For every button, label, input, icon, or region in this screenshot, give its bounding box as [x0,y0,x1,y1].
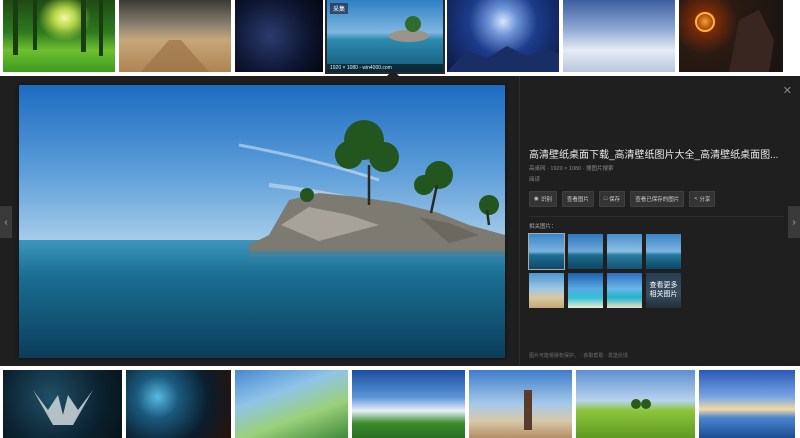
image-title[interactable]: 高清壁纸桌面下载_高清壁纸图片大全_高清壁纸桌面图... [529,146,779,161]
cloud-sky-image [563,0,675,72]
recognize-button[interactable]: ◉ 识别 [529,191,557,207]
panel-divider [519,76,520,366]
section-separator [529,216,784,217]
see-more-label: 查看更多相关图片 [646,273,681,308]
bottom-thumbnail-strip [0,370,800,438]
thumbnail-dark-warrior[interactable] [679,0,783,72]
anime-landscape-image [235,370,348,438]
related-image[interactable] [646,234,681,269]
space-nebula-image [126,370,231,438]
related-image[interactable] [607,273,642,308]
thumbnail-night-sky[interactable] [235,0,323,72]
image-meta: 高桌网 · 1920 × 1080 · 搜图片搜索 [529,166,614,172]
top-thumbnail-strip: 采集 1920 × 1080 - win4000.com [0,0,800,74]
thumbnail-planet[interactable] [447,0,559,72]
island-landscape-image [19,85,505,358]
thumbnail-eagle-logo[interactable] [3,370,122,438]
related-images-grid: 查看更多相关图片 [528,233,779,308]
copyright-notice: 图片可能受版权保护。 · 获取帮助 · 发送反馈 [529,353,628,359]
thumbnail-clouds[interactable] [563,0,675,72]
thumbnail-anime-girl[interactable] [469,370,572,438]
share-icon: < [694,196,698,202]
thumbnail-desert-road[interactable] [119,0,231,72]
globe-icon: ◉ [534,196,539,202]
thumbnail-island-sea[interactable]: 采集 1920 × 1080 - win4000.com [325,0,445,74]
save-button[interactable]: □ 保存 [598,191,626,207]
view-image-button[interactable]: 查看图片 [561,191,594,207]
related-image[interactable] [568,234,603,269]
see-more-related[interactable]: 查看更多相关图片 [646,273,681,308]
previous-button[interactable]: ‹ [0,206,12,238]
chevron-right-icon: › [792,216,796,228]
sunset-sea-image [699,370,795,438]
image-info-panel: 高清壁纸桌面下载_高清壁纸图片大全_高清壁纸桌面图... 高桌网 · 1920 … [528,146,784,308]
thumbnail-anime-landscape[interactable] [235,370,348,438]
related-image[interactable] [607,234,642,269]
main-preview-image[interactable] [19,85,505,358]
image-search-page: 采集 1920 × 1080 - win4000.com ‹ 高清壁纸桌面下载_… [0,0,800,438]
view-saved-button[interactable]: 查看已保存的图片 [630,191,685,207]
image-dimension: 1920 × 1080 - win4000.com [327,64,443,72]
collect-tag[interactable]: 采集 [330,3,349,14]
thumbnail-green-forest[interactable] [3,0,115,72]
sky-grass-image [352,370,465,438]
save-icon: □ [603,196,608,202]
action-buttons: ◉ 识别 查看图片 □ 保存 查看已保存的图片 < 分享 [529,191,779,207]
thumbnail-sunset-sea[interactable] [699,370,795,438]
thumbnail-green-field[interactable] [576,370,695,438]
related-image[interactable] [568,273,603,308]
related-image[interactable] [529,273,564,308]
thumbnail-sky-grass[interactable] [352,370,465,438]
image-viewer-panel: ‹ 高清壁纸桌面下载_高清壁纸图片大全_高清壁纸桌面图... 高桌网 · 192… [0,76,800,366]
image-source[interactable]: 阅读 [529,175,779,183]
share-button[interactable]: < 分享 [689,191,716,207]
close-button[interactable]: ✕ [783,84,792,97]
close-icon: ✕ [782,85,792,97]
next-button[interactable]: › [788,206,800,238]
chevron-left-icon: ‹ [4,216,8,228]
night-sky-image [235,0,323,72]
related-images-label: 相关图片： [529,224,557,230]
thumbnail-space-nebula[interactable] [126,370,231,438]
related-image[interactable] [528,233,565,270]
selected-pointer [387,70,399,76]
